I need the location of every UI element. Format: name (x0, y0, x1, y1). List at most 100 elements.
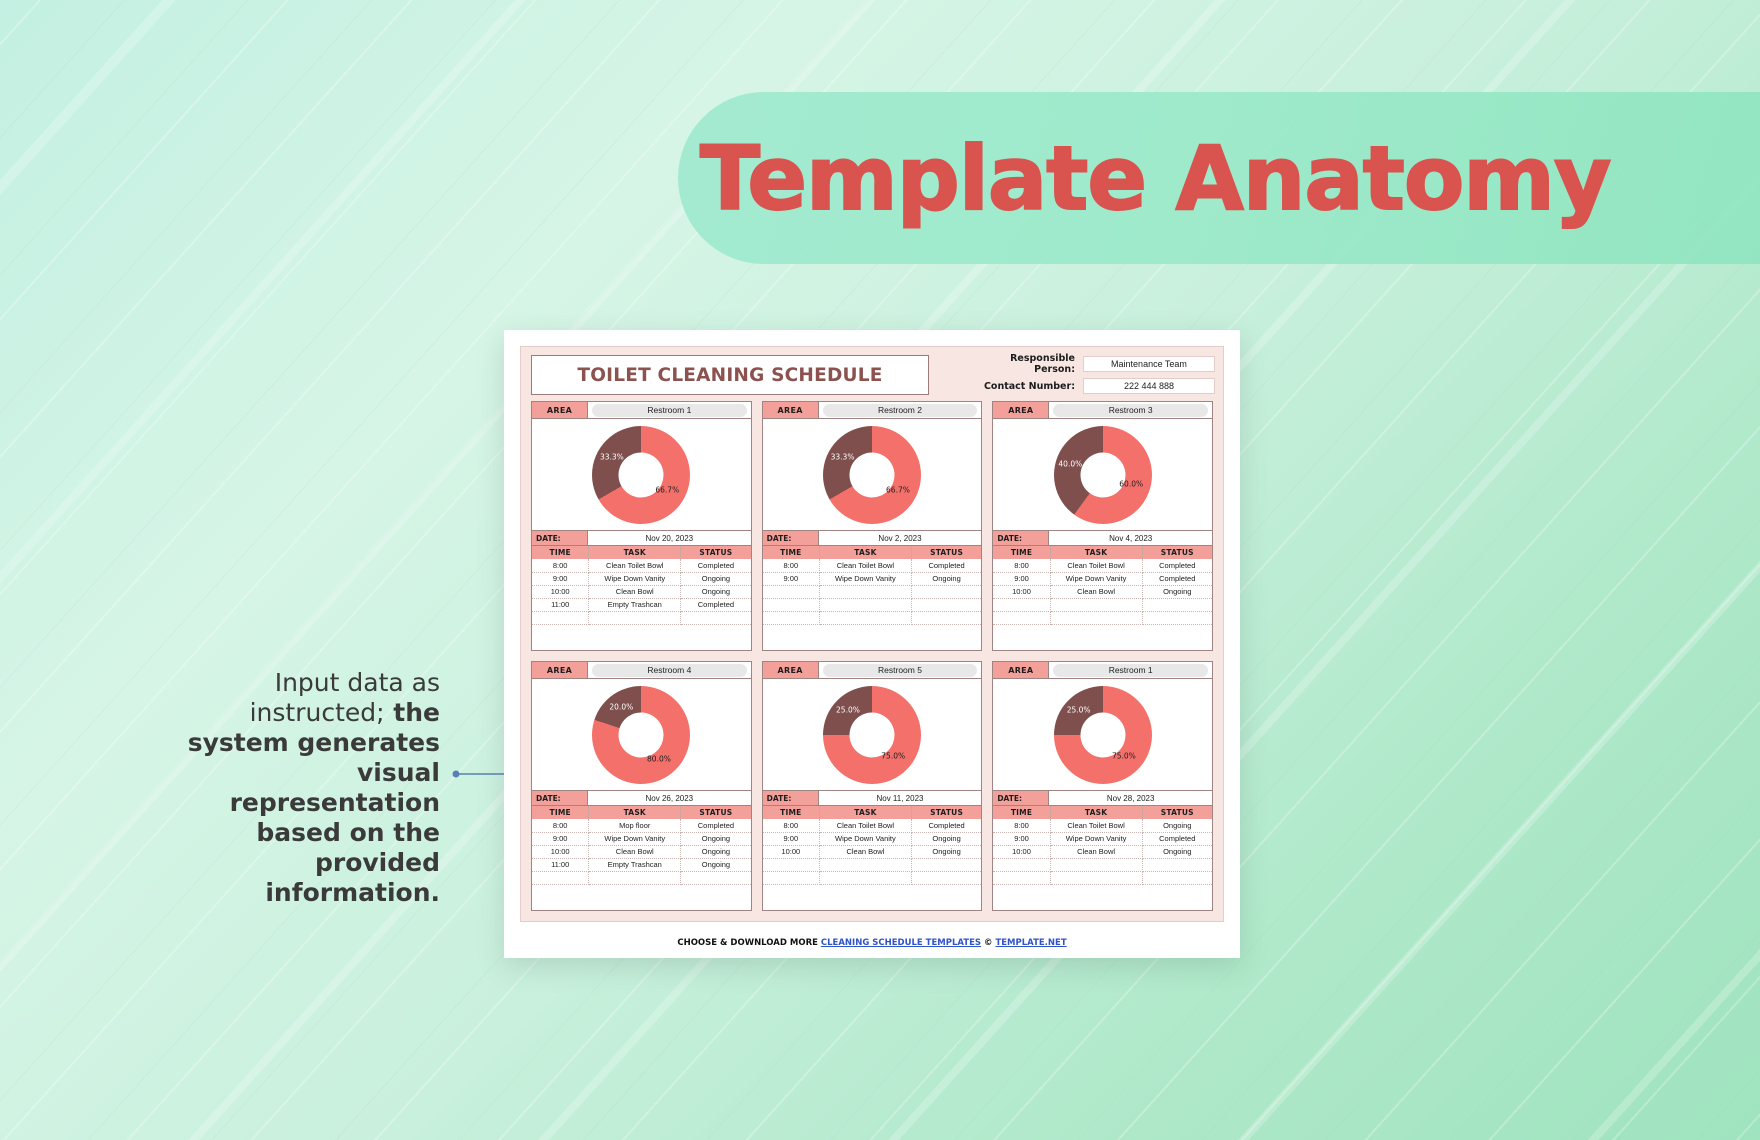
area-value[interactable]: Restroom 1 (592, 403, 747, 417)
cell-time[interactable]: 8:00 (532, 819, 590, 833)
cell-time[interactable]: 9:00 (532, 572, 590, 586)
cell-time[interactable] (762, 858, 820, 872)
date-value[interactable]: Nov 4, 2023 (1049, 531, 1212, 545)
cell-status[interactable] (680, 871, 751, 885)
cell-status[interactable]: Completed (680, 819, 751, 833)
cell-time[interactable]: 10:00 (993, 845, 1051, 859)
cell-time[interactable]: 9:00 (762, 832, 820, 846)
cell-task[interactable] (1050, 858, 1143, 872)
cell-status[interactable]: Ongoing (911, 572, 982, 586)
cell-task[interactable]: Mop floor (588, 819, 682, 833)
cell-time[interactable] (993, 611, 1051, 625)
cell-task[interactable]: Clean Bowl (588, 845, 682, 859)
cell-task[interactable] (819, 611, 912, 625)
cell-task[interactable]: Wipe Down Vanity (1050, 832, 1143, 846)
cell-status[interactable] (911, 585, 982, 599)
cell-time[interactable]: 10:00 (993, 585, 1051, 599)
cell-time[interactable] (762, 585, 820, 599)
date-value[interactable]: Nov 28, 2023 (1049, 791, 1212, 805)
cell-task[interactable]: Empty Trashcan (588, 598, 682, 612)
cell-status[interactable]: Ongoing (911, 832, 982, 846)
cell-task[interactable] (819, 858, 912, 872)
cell-status[interactable]: Ongoing (911, 845, 982, 859)
cell-task[interactable]: Wipe Down Vanity (588, 832, 682, 846)
cell-time[interactable] (993, 858, 1051, 872)
cell-task[interactable] (819, 598, 912, 612)
cell-status[interactable] (911, 871, 982, 885)
cell-status[interactable]: Ongoing (680, 858, 751, 872)
cell-status[interactable]: Completed (911, 819, 982, 833)
cell-task[interactable] (819, 585, 912, 599)
cell-task[interactable]: Clean Bowl (1050, 585, 1143, 599)
date-value[interactable]: Nov 26, 2023 (588, 791, 751, 805)
area-value[interactable]: Restroom 5 (822, 663, 978, 677)
cell-task[interactable]: Clean Toilet Bowl (819, 559, 912, 573)
cell-time[interactable]: 8:00 (532, 559, 590, 573)
cell-status[interactable] (1142, 871, 1212, 885)
cell-time[interactable]: 8:00 (993, 559, 1051, 573)
cell-task[interactable] (1050, 871, 1143, 885)
cell-status[interactable]: Ongoing (680, 572, 751, 586)
cell-task[interactable] (1050, 598, 1143, 612)
cell-task[interactable]: Wipe Down Vanity (1050, 572, 1143, 586)
responsible-person-value[interactable]: Maintenance Team (1083, 356, 1215, 372)
cell-time[interactable]: 9:00 (532, 832, 590, 846)
cell-task[interactable]: Clean Bowl (1050, 845, 1143, 859)
cell-task[interactable]: Wipe Down Vanity (819, 832, 912, 846)
cleaning-schedule-templates-link[interactable]: CLEANING SCHEDULE TEMPLATES (821, 938, 981, 948)
cell-task[interactable]: Empty Trashcan (588, 858, 682, 872)
cell-status[interactable]: Completed (911, 559, 982, 573)
cell-status[interactable]: Ongoing (1142, 819, 1212, 833)
area-value[interactable]: Restroom 3 (1053, 403, 1208, 417)
cell-status[interactable] (1142, 598, 1212, 612)
cell-task[interactable]: Clean Bowl (588, 585, 682, 599)
cell-time[interactable]: 8:00 (993, 819, 1051, 833)
area-value[interactable]: Restroom 4 (592, 663, 747, 677)
cell-task[interactable] (588, 611, 682, 625)
cell-task[interactable]: Clean Toilet Bowl (1050, 819, 1143, 833)
template-net-link[interactable]: TEMPLATE.NET (995, 938, 1066, 948)
cell-status[interactable] (680, 611, 751, 625)
cell-task[interactable] (588, 871, 682, 885)
cell-time[interactable]: 10:00 (762, 845, 820, 859)
date-value[interactable]: Nov 11, 2023 (818, 791, 982, 805)
cell-time[interactable] (993, 871, 1051, 885)
cell-time[interactable]: 9:00 (993, 832, 1051, 846)
cell-status[interactable] (911, 611, 982, 625)
contact-number-value[interactable]: 222 444 888 (1083, 378, 1215, 394)
cell-task[interactable] (1050, 611, 1143, 625)
cell-task[interactable]: Wipe Down Vanity (588, 572, 682, 586)
cell-time[interactable]: 9:00 (993, 572, 1051, 586)
cell-status[interactable]: Ongoing (680, 585, 751, 599)
cell-status[interactable]: Completed (1142, 559, 1212, 573)
cell-status[interactable] (1142, 611, 1212, 625)
cell-status[interactable]: Ongoing (680, 845, 751, 859)
cell-time[interactable]: 8:00 (762, 559, 820, 573)
cell-status[interactable]: Ongoing (680, 832, 751, 846)
cell-status[interactable]: Completed (1142, 832, 1212, 846)
cell-time[interactable]: 11:00 (532, 598, 590, 612)
cell-time[interactable]: 11:00 (532, 858, 590, 872)
cell-time[interactable] (532, 611, 590, 625)
area-value[interactable]: Restroom 1 (1053, 663, 1208, 677)
cell-task[interactable]: Clean Toilet Bowl (1050, 559, 1143, 573)
area-value[interactable]: Restroom 2 (822, 403, 978, 417)
cell-time[interactable] (532, 871, 590, 885)
cell-task[interactable]: Clean Toilet Bowl (588, 559, 682, 573)
cell-time[interactable]: 8:00 (762, 819, 820, 833)
date-value[interactable]: Nov 2, 2023 (818, 531, 982, 545)
cell-status[interactable] (1142, 858, 1212, 872)
cell-status[interactable]: Ongoing (1142, 845, 1212, 859)
cell-status[interactable]: Completed (680, 559, 751, 573)
cell-task[interactable]: Clean Bowl (819, 845, 912, 859)
cell-time[interactable]: 9:00 (762, 572, 820, 586)
cell-time[interactable] (762, 611, 820, 625)
cell-task[interactable] (819, 871, 912, 885)
cell-status[interactable]: Ongoing (1142, 585, 1212, 599)
cell-time[interactable] (762, 871, 820, 885)
cell-time[interactable] (993, 598, 1051, 612)
cell-time[interactable]: 10:00 (532, 585, 590, 599)
cell-task[interactable]: Wipe Down Vanity (819, 572, 912, 586)
cell-time[interactable]: 10:00 (532, 845, 590, 859)
cell-status[interactable] (911, 598, 982, 612)
